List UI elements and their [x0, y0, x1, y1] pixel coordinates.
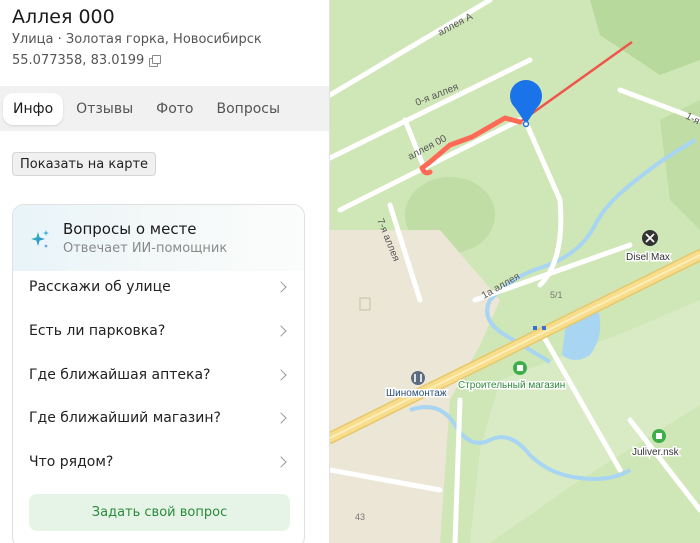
map-view[interactable]: аллея А 0-я аллея аллея 00 7-я аллея 1а … [330, 0, 700, 543]
tab-bar: Инфо Отзывы Фото Вопросы [0, 86, 329, 131]
coordinates-text: 55.077358, 83.0199 [12, 53, 145, 68]
question-label: Где ближайшая аптека? [29, 367, 211, 383]
ai-questions-card: Вопросы о месте Отвечает ИИ-помощник Рас… [12, 204, 305, 543]
ai-card-title: Вопросы о месте [63, 220, 197, 238]
question-item[interactable]: Расскажи об улице [29, 269, 291, 305]
ai-card-header: Вопросы о месте Отвечает ИИ-помощник [13, 205, 304, 271]
tab-questions[interactable]: Вопросы [207, 93, 291, 125]
chevron-right-icon [275, 456, 287, 468]
place-title: Аллея 000 [12, 6, 115, 28]
chevron-right-icon [275, 325, 287, 337]
house-number: 43 [355, 512, 365, 522]
question-label: Где ближайший магазин? [29, 410, 221, 426]
poi-label: Juliver.nsk [632, 447, 680, 458]
sparkle-icon [31, 230, 49, 248]
tab-reviews[interactable]: Отзывы [66, 93, 143, 125]
poi-label: Шиномонтаж [386, 388, 447, 399]
tab-info[interactable]: Инфо [3, 92, 64, 125]
question-item[interactable]: Что рядом? [29, 444, 291, 480]
poi-label: Строительный магазин [458, 380, 565, 391]
question-label: Что рядом? [29, 454, 114, 470]
question-item[interactable]: Где ближайший магазин? [29, 400, 291, 436]
question-item[interactable]: Где ближайшая аптека? [29, 357, 291, 393]
poi-label: Disel Max [626, 252, 670, 263]
question-label: Расскажи об улице [29, 279, 171, 295]
map-canvas[interactable]: аллея А 0-я аллея аллея 00 7-я аллея 1а … [330, 0, 700, 543]
show-on-map-button[interactable]: Показать на карте [12, 152, 157, 176]
coordinates-row: 55.077358, 83.0199 [12, 53, 162, 68]
place-panel: Аллея 000 Улица · Золотая горка, Новосиб… [0, 0, 330, 543]
copy-icon[interactable] [149, 55, 162, 67]
chevron-right-icon [275, 369, 287, 381]
chevron-right-icon [275, 281, 287, 293]
ai-card-subtitle: Отвечает ИИ-помощник [63, 241, 228, 256]
question-label: Есть ли парковка? [29, 323, 166, 339]
ask-question-button[interactable]: Задать свой вопрос [29, 494, 290, 531]
chevron-right-icon [275, 412, 287, 424]
tab-photos[interactable]: Фото [146, 93, 203, 125]
question-item[interactable]: Есть ли парковка? [29, 313, 291, 349]
place-subtitle: Улица · Золотая горка, Новосибирск [12, 32, 262, 47]
house-number: 5/1 [550, 290, 563, 300]
